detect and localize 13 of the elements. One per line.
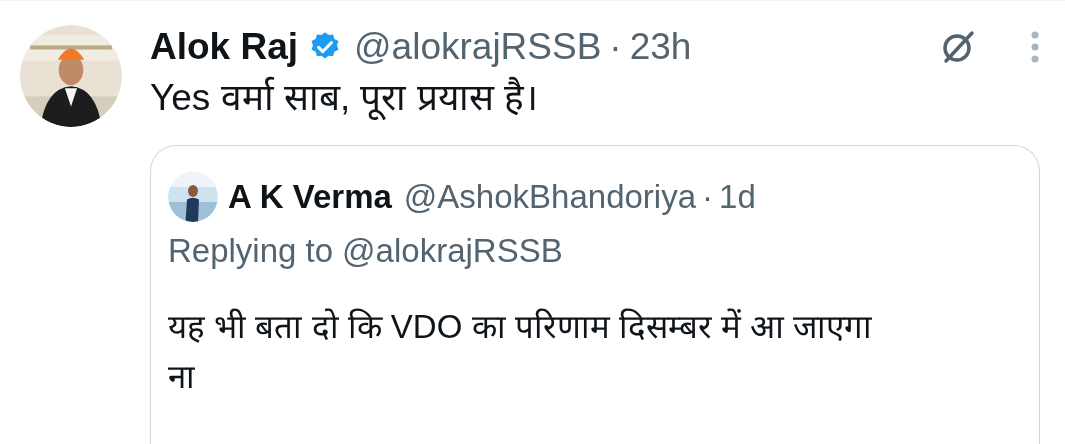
separator: ·	[609, 25, 622, 70]
timestamp[interactable]: 1d	[719, 172, 756, 222]
author-handle[interactable]: @alokrajRSSB	[354, 19, 602, 75]
mention-link[interactable]: @alokrajRSSB	[342, 226, 563, 276]
quoted-tweet-card[interactable]: A K Verma @AshokBhandoriya · 1d Replying to @alokrajRSSB यह भी बता दो कि VDO का परिणाम दिसम्बर में आ जाएगा ना	[150, 145, 1040, 444]
quoted-tweet-text: यह भी बता दो कि VDO का परिणाम दिसम्बर में आ जाएगा ना	[168, 306, 874, 397]
tweet-text: Yes वर्मा साब, पूरा प्रयास है।	[150, 75, 540, 122]
author-name[interactable]: A K Verma	[228, 172, 392, 222]
author-name[interactable]: Alok Raj	[150, 19, 299, 75]
author-handle[interactable]: @AshokBhandoriya	[403, 172, 697, 222]
separator: ·	[702, 177, 714, 218]
replying-label: Replying to	[168, 231, 334, 271]
timestamp[interactable]: 23h	[629, 19, 692, 75]
